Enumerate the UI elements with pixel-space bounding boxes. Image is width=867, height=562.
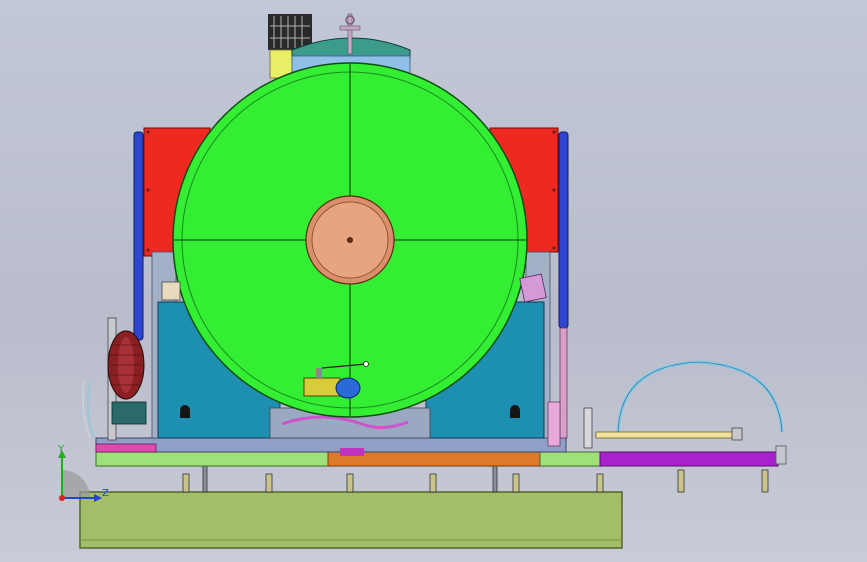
axis-y-label: Y [57, 444, 65, 455]
frame-crossbar [95, 437, 567, 453]
post-blue-right [558, 131, 569, 329]
assembly-drawing: Y Z [57, 13, 787, 549]
grille-vent [268, 14, 312, 50]
rail-right-purple [599, 451, 779, 467]
hose-loop [616, 360, 784, 437]
post-blue-left [133, 131, 144, 341]
cad-viewport[interactable]: Y Z [0, 0, 867, 562]
green-tank [172, 62, 528, 418]
rail-right-lightgreen [539, 451, 603, 467]
rail-left-lightgreen [95, 451, 329, 467]
leveling-feet [182, 465, 769, 493]
axis-z-label: Z [102, 488, 109, 499]
